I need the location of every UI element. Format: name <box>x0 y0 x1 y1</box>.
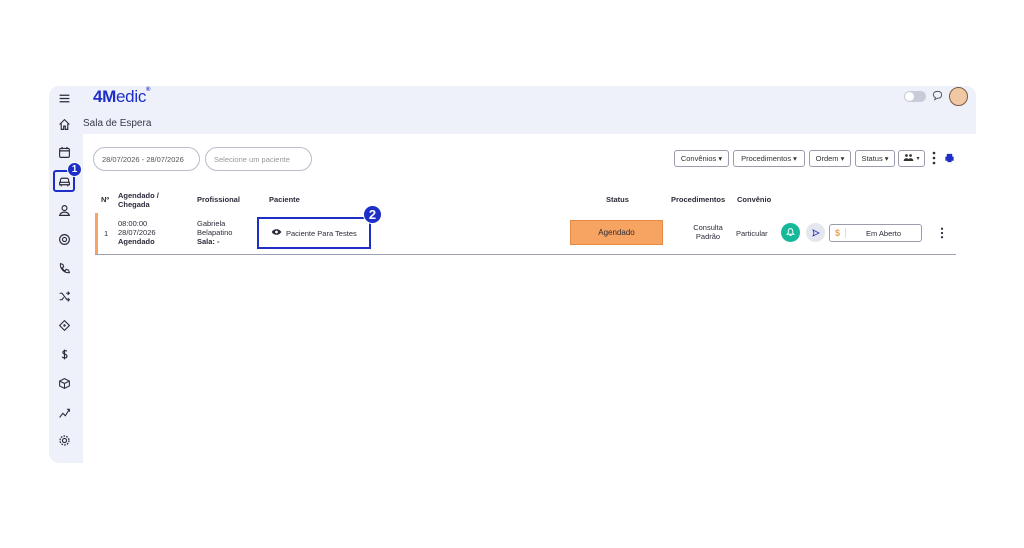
users-icon <box>903 153 914 164</box>
gear-icon[interactable] <box>54 430 74 450</box>
app-window: 1 4Medic® Sala de Espera 28/07/2026 - 28… <box>49 86 976 463</box>
status-filter-button[interactable]: Status ▾ <box>855 150 895 167</box>
col-insurance-header: Convênio <box>737 195 772 204</box>
col-number-header: Nº <box>101 195 110 204</box>
date-range-picker[interactable]: 28/07/2026 - 28/07/2026 <box>93 147 200 171</box>
dollar-sign-icon: $ <box>830 228 846 238</box>
phone-icon[interactable] <box>54 258 74 278</box>
box-icon[interactable] <box>54 373 74 393</box>
waiting-room-panel: 28/07/2026 - 28/07/2026 Selecione um pac… <box>83 134 976 463</box>
chat-icon[interactable] <box>932 88 943 106</box>
row-status-accent <box>95 213 98 254</box>
table-row[interactable]: 1 08:00:00 28/07/2026 Agendado Gabriela … <box>95 205 956 255</box>
col-procedures-header: Procedimentos <box>671 195 726 204</box>
header-actions <box>904 87 968 106</box>
shuffle-icon[interactable] <box>54 286 74 306</box>
ordem-filter-button[interactable]: Ordem ▾ <box>809 150 851 167</box>
row-professional: Gabriela Belapatino Sala: - <box>197 219 233 246</box>
patient-name: Paciente Para Testes <box>286 228 357 238</box>
print-icon[interactable] <box>944 151 955 169</box>
user-avatar[interactable] <box>949 87 968 106</box>
row-number: 1 <box>104 229 109 238</box>
bell-icon <box>786 224 795 242</box>
payment-status: Em Aberto <box>865 228 902 238</box>
step-badge-1: 1 <box>67 162 82 177</box>
row-procedures: Consulta Padrão <box>693 223 723 241</box>
chart-icon[interactable] <box>54 402 74 422</box>
sidebar: 1 <box>49 86 82 463</box>
dollar-icon[interactable] <box>54 344 74 364</box>
notify-button[interactable] <box>781 223 800 242</box>
tag-icon[interactable] <box>54 315 74 335</box>
app-logo[interactable]: 4Medic® <box>93 87 150 107</box>
more-vertical-icon[interactable] <box>932 151 936 170</box>
row-schedule: 08:00:00 28/07/2026 Agendado <box>118 219 156 246</box>
payment-status-field[interactable]: $ Em Aberto <box>829 224 922 242</box>
send-icon <box>811 224 820 242</box>
row-insurance: Particular <box>736 229 768 238</box>
calendar-icon[interactable] <box>54 142 74 162</box>
user-icon[interactable] <box>54 200 74 220</box>
convenios-filter-button[interactable]: Convênios ▾ <box>674 150 729 167</box>
group-filter-button[interactable]: ▾ <box>898 150 925 167</box>
row-more-icon[interactable] <box>940 226 944 244</box>
at-icon[interactable] <box>54 229 74 249</box>
patient-select[interactable]: Selecione um paciente <box>205 147 312 171</box>
col-status-header: Status <box>606 195 629 204</box>
theme-toggle[interactable] <box>904 91 926 102</box>
home-icon[interactable] <box>54 114 74 134</box>
col-scheduled-header: Agendado / Chegada <box>118 191 159 209</box>
eye-icon <box>271 228 282 238</box>
col-patient-header: Paciente <box>269 195 300 204</box>
step-badge-2: 2 <box>363 205 382 224</box>
breadcrumb: Sala de Espera <box>83 118 152 129</box>
patient-link[interactable]: Paciente Para Testes <box>257 217 371 249</box>
send-button[interactable] <box>806 223 825 242</box>
menu-icon[interactable] <box>54 88 74 108</box>
status-button[interactable]: Agendado <box>570 220 663 245</box>
col-professional-header: Profissional <box>197 195 240 204</box>
procedimentos-filter-button[interactable]: Procedimentos ▾ <box>733 150 805 167</box>
